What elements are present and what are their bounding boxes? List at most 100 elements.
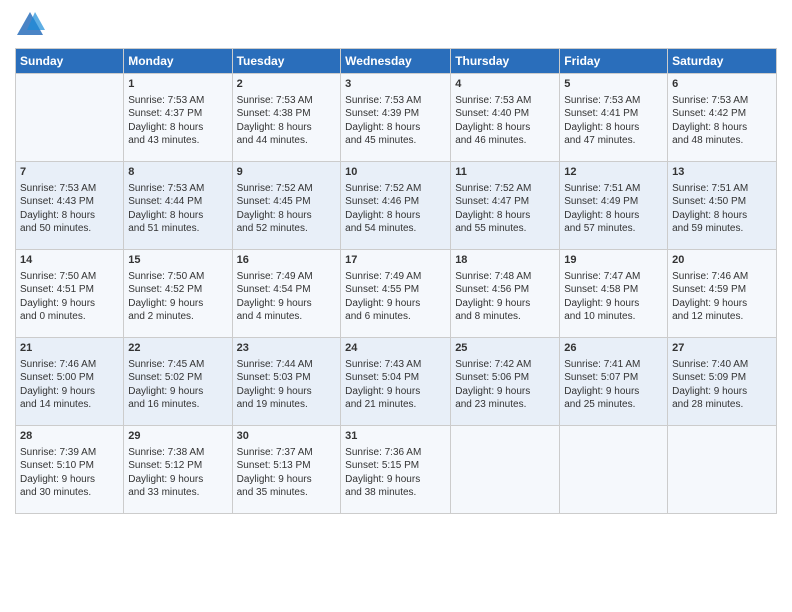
day-info: Sunrise: 7:45 AM Sunset: 5:02 PM Dayligh…	[128, 358, 227, 412]
day-number: 12	[564, 165, 663, 180]
day-info: Sunrise: 7:52 AM Sunset: 4:47 PM Dayligh…	[455, 182, 555, 236]
calendar-cell: 5Sunrise: 7:53 AM Sunset: 4:41 PM Daylig…	[560, 74, 668, 162]
day-number: 24	[345, 341, 446, 356]
day-info: Sunrise: 7:52 AM Sunset: 4:46 PM Dayligh…	[345, 182, 446, 236]
day-info: Sunrise: 7:41 AM Sunset: 5:07 PM Dayligh…	[564, 358, 663, 412]
day-info: Sunrise: 7:46 AM Sunset: 4:59 PM Dayligh…	[672, 270, 772, 324]
day-info: Sunrise: 7:47 AM Sunset: 4:58 PM Dayligh…	[564, 270, 663, 324]
logo-icon	[15, 10, 45, 40]
calendar-cell: 6 Sunrise: 7:53 AM Sunset: 4:42 PM Daylig…	[668, 74, 777, 162]
day-number: 6	[672, 77, 772, 92]
calendar-cell: 2 Sunrise: 7:53 AM Sunset: 4:38 PM Daylig…	[232, 74, 341, 162]
day-number: 17	[345, 253, 446, 268]
calendar-week-1: 1 Sunrise: 7:53 AM Sunset: 4:37 PM Daylig…	[16, 74, 777, 162]
day-number: 16	[237, 253, 337, 268]
day-number: 9	[237, 165, 337, 180]
page: SundayMondayTuesdayWednesdayThursdayFrid…	[0, 0, 792, 524]
day-info: Sunrise: 7:50 AM Sunset: 4:52 PM Dayligh…	[128, 270, 227, 324]
day-number: 8	[128, 165, 227, 180]
calendar-table: SundayMondayTuesdayWednesdayThursdayFrid…	[15, 48, 777, 514]
day-info: Sunrise: 7:44 AM Sunset: 5:03 PM Dayligh…	[237, 358, 337, 412]
calendar-week-3: 14 Sunrise: 7:50 AM Sunset: 4:51 PM Dayli…	[16, 250, 777, 338]
day-number: 3	[345, 77, 446, 92]
calendar-header-row: SundayMondayTuesdayWednesdayThursdayFrid…	[16, 49, 777, 74]
calendar-cell: 19 Sunrise: 7:47 AM Sunset: 4:58 PM Dayli…	[560, 250, 668, 338]
day-info: Sunrise: 7:46 AM Sunset: 5:00 PM Dayligh…	[20, 358, 119, 412]
calendar-cell: 11 Sunrise: 7:52 AM Sunset: 4:47 PM Dayli…	[451, 162, 560, 250]
day-number: 22	[128, 341, 227, 356]
calendar-week-2: 7Sunrise: 7:53 AM Sunset: 4:43 PM Daylig…	[16, 162, 777, 250]
day-number: 2	[237, 77, 337, 92]
day-number: 13	[672, 165, 772, 180]
day-info: Sunrise: 7:50 AM Sunset: 4:51 PM Dayligh…	[20, 270, 119, 324]
header-monday: Monday	[124, 49, 232, 74]
day-info: Sunrise: 7:38 AM Sunset: 5:12 PM Dayligh…	[128, 446, 227, 500]
calendar-cell: 22 Sunrise: 7:45 AM Sunset: 5:02 PM Dayli…	[124, 338, 232, 426]
day-info: Sunrise: 7:53 AM Sunset: 4:37 PM Dayligh…	[128, 94, 227, 148]
day-number: 1	[128, 77, 227, 92]
calendar-cell: 24 Sunrise: 7:43 AM Sunset: 5:04 PM Dayli…	[341, 338, 451, 426]
day-info: Sunrise: 7:49 AM Sunset: 4:55 PM Dayligh…	[345, 270, 446, 324]
day-info: Sunrise: 7:36 AM Sunset: 5:15 PM Dayligh…	[345, 446, 446, 500]
day-number: 23	[237, 341, 337, 356]
day-number: 30	[237, 429, 337, 444]
day-info: Sunrise: 7:53 AM Sunset: 4:41 PM Dayligh…	[564, 94, 663, 148]
calendar-cell: 18 Sunrise: 7:48 AM Sunset: 4:56 PM Dayli…	[451, 250, 560, 338]
day-number: 14	[20, 253, 119, 268]
day-number: 20	[672, 253, 772, 268]
day-info: Sunrise: 7:51 AM Sunset: 4:50 PM Dayligh…	[672, 182, 772, 236]
calendar-cell: 12 Sunrise: 7:51 AM Sunset: 4:49 PM Dayli…	[560, 162, 668, 250]
day-number: 15	[128, 253, 227, 268]
calendar-cell	[16, 74, 124, 162]
calendar-cell: 3 Sunrise: 7:53 AM Sunset: 4:39 PM Daylig…	[341, 74, 451, 162]
day-info: Sunrise: 7:53 AM Sunset: 4:39 PM Dayligh…	[345, 94, 446, 148]
calendar-cell: 30Sunrise: 7:37 AM Sunset: 5:13 PM Dayli…	[232, 426, 341, 514]
header	[15, 10, 777, 40]
day-number: 28	[20, 429, 119, 444]
header-sunday: Sunday	[16, 49, 124, 74]
day-number: 25	[455, 341, 555, 356]
day-number: 21	[20, 341, 119, 356]
calendar-cell: 9Sunrise: 7:52 AM Sunset: 4:45 PM Daylig…	[232, 162, 341, 250]
day-number: 19	[564, 253, 663, 268]
day-info: Sunrise: 7:42 AM Sunset: 5:06 PM Dayligh…	[455, 358, 555, 412]
calendar-cell: 17 Sunrise: 7:49 AM Sunset: 4:55 PM Dayli…	[341, 250, 451, 338]
calendar-cell: 8Sunrise: 7:53 AM Sunset: 4:44 PM Daylig…	[124, 162, 232, 250]
calendar-week-4: 21 Sunrise: 7:46 AM Sunset: 5:00 PM Dayli…	[16, 338, 777, 426]
calendar-cell: 26 Sunrise: 7:41 AM Sunset: 5:07 PM Dayli…	[560, 338, 668, 426]
calendar-cell	[668, 426, 777, 514]
header-thursday: Thursday	[451, 49, 560, 74]
day-info: Sunrise: 7:40 AM Sunset: 5:09 PM Dayligh…	[672, 358, 772, 412]
day-info: Sunrise: 7:48 AM Sunset: 4:56 PM Dayligh…	[455, 270, 555, 324]
calendar-week-5: 28 Sunrise: 7:39 AM Sunset: 5:10 PM Dayli…	[16, 426, 777, 514]
calendar-cell: 13 Sunrise: 7:51 AM Sunset: 4:50 PM Dayli…	[668, 162, 777, 250]
day-number: 26	[564, 341, 663, 356]
day-info: Sunrise: 7:49 AM Sunset: 4:54 PM Dayligh…	[237, 270, 337, 324]
calendar-cell: 31Sunrise: 7:36 AM Sunset: 5:15 PM Dayli…	[341, 426, 451, 514]
day-info: Sunrise: 7:51 AM Sunset: 4:49 PM Dayligh…	[564, 182, 663, 236]
calendar-cell: 23 Sunrise: 7:44 AM Sunset: 5:03 PM Dayli…	[232, 338, 341, 426]
day-number: 7	[20, 165, 119, 180]
day-number: 10	[345, 165, 446, 180]
day-info: Sunrise: 7:39 AM Sunset: 5:10 PM Dayligh…	[20, 446, 119, 500]
calendar-cell	[451, 426, 560, 514]
calendar-cell: 25 Sunrise: 7:42 AM Sunset: 5:06 PM Dayli…	[451, 338, 560, 426]
calendar-cell: 21 Sunrise: 7:46 AM Sunset: 5:00 PM Dayli…	[16, 338, 124, 426]
day-info: Sunrise: 7:53 AM Sunset: 4:38 PM Dayligh…	[237, 94, 337, 148]
calendar-cell: 10 Sunrise: 7:52 AM Sunset: 4:46 PM Dayli…	[341, 162, 451, 250]
day-number: 11	[455, 165, 555, 180]
day-info: Sunrise: 7:43 AM Sunset: 5:04 PM Dayligh…	[345, 358, 446, 412]
logo	[15, 10, 49, 40]
day-number: 4	[455, 77, 555, 92]
day-number: 29	[128, 429, 227, 444]
calendar-cell: 15 Sunrise: 7:50 AM Sunset: 4:52 PM Dayli…	[124, 250, 232, 338]
header-wednesday: Wednesday	[341, 49, 451, 74]
day-number: 18	[455, 253, 555, 268]
calendar-cell: 4Sunrise: 7:53 AM Sunset: 4:40 PM Daylig…	[451, 74, 560, 162]
calendar-cell: 27Sunrise: 7:40 AM Sunset: 5:09 PM Dayli…	[668, 338, 777, 426]
day-info: Sunrise: 7:53 AM Sunset: 4:42 PM Dayligh…	[672, 94, 772, 148]
header-friday: Friday	[560, 49, 668, 74]
calendar-cell: 20 Sunrise: 7:46 AM Sunset: 4:59 PM Dayli…	[668, 250, 777, 338]
header-saturday: Saturday	[668, 49, 777, 74]
calendar-cell: 14 Sunrise: 7:50 AM Sunset: 4:51 PM Dayli…	[16, 250, 124, 338]
